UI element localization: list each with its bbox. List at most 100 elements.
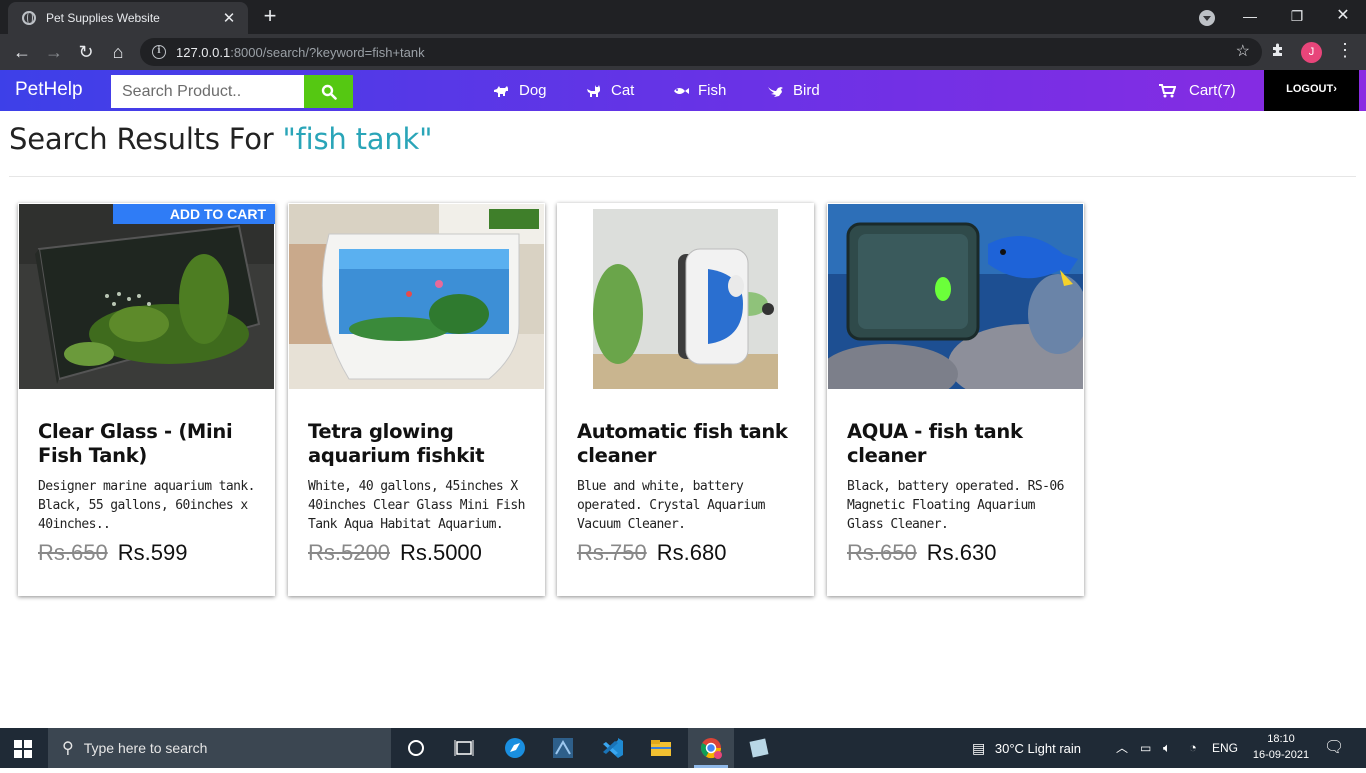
product-card[interactable]: Tetra glowing aquarium fishkit White, 40…	[288, 203, 545, 596]
clock-date: 16-09-2021	[1252, 749, 1310, 761]
search-icon: ⚲	[62, 740, 74, 757]
product-image[interactable]	[828, 204, 1083, 389]
taskbar-search-placeholder: Type here to search	[83, 740, 208, 756]
cart-label: Cart(7)	[1189, 82, 1236, 99]
logout-button[interactable]: LOGOUT›	[1264, 70, 1359, 111]
logout-label: LOGOUT	[1286, 83, 1334, 95]
cart-icon	[1159, 83, 1176, 97]
old-price: Rs.650	[38, 540, 108, 565]
home-button[interactable]: ⌂	[106, 40, 130, 64]
product-card[interactable]: ADD TO CART Clear Glass - (Mini Fish Tan…	[18, 203, 275, 596]
close-window-button[interactable]: ✕	[1320, 0, 1366, 34]
cart-link[interactable]: Cart(7)	[1158, 82, 1236, 99]
reload-button[interactable]: ↻	[74, 40, 98, 64]
nav-fish-label: Fish	[698, 82, 727, 99]
back-button[interactable]: ←	[10, 40, 34, 64]
divider	[9, 176, 1356, 177]
volume-icon[interactable]: 🔈︎	[1163, 728, 1171, 768]
product-title[interactable]: Automatic fish tank cleaner	[577, 420, 799, 468]
product-title[interactable]: AQUA - fish tank cleaner	[847, 420, 1069, 468]
new-tab-button[interactable]: +	[258, 4, 282, 28]
add-to-cart-button[interactable]: ADD TO CART	[113, 204, 275, 224]
notification-icon[interactable]: 🗨︎	[1324, 728, 1344, 768]
chrome-taskbar-button[interactable]	[688, 728, 734, 768]
wifi-icon[interactable]: ◔	[1189, 728, 1197, 768]
product-search-input[interactable]	[111, 75, 304, 108]
browser-toolbar: ← → ↻ ⌂ i 127.0.0.1:8000/search/?keyword…	[0, 34, 1366, 70]
page-title: Search Results For "fish tank"	[9, 122, 433, 156]
nav-dog-label: Dog	[519, 82, 547, 99]
task-view-icon[interactable]	[452, 736, 476, 760]
site-info-icon[interactable]: i	[152, 45, 166, 59]
nav-cat[interactable]: Cat	[585, 82, 634, 99]
current-price: Rs.630	[926, 540, 997, 565]
tab-search-icon[interactable]	[1199, 10, 1215, 26]
url-text: 127.0.0.1:8000/search/?keyword=fish+tank	[176, 44, 425, 60]
search-icon	[321, 84, 337, 100]
current-price: Rs.599	[117, 540, 188, 565]
search-button[interactable]	[304, 75, 353, 108]
show-hidden-icons-chevron-icon[interactable]: ︿	[1116, 728, 1128, 768]
weather-widget[interactable]: ▤ 30°C Light rain	[972, 728, 1081, 768]
windows-taskbar: ⚲ Type here to search ▤ 30°C Light rain …	[0, 728, 1366, 768]
nav-bird[interactable]: Bird	[767, 82, 820, 99]
product-image[interactable]	[289, 204, 544, 389]
product-image[interactable]	[19, 204, 274, 389]
fish-icon	[674, 87, 689, 94]
nav-fish[interactable]: Fish	[672, 82, 726, 99]
language-indicator[interactable]: ENG	[1212, 728, 1238, 768]
product-price: Rs.650 Rs.599	[38, 540, 187, 566]
current-price: Rs.5000	[399, 540, 482, 565]
vscode-icon[interactable]	[601, 736, 625, 760]
search-keyword: "fish tank"	[282, 122, 433, 156]
browser-app-icon[interactable]	[503, 736, 527, 760]
browser-tab-strip: Pet Supplies Website ✕ + — ❐ ✕	[0, 0, 1366, 34]
tab-close-icon[interactable]: ✕	[220, 9, 238, 27]
app-launcher-icon[interactable]	[551, 736, 575, 760]
cortana-icon[interactable]	[404, 736, 428, 760]
product-title[interactable]: Clear Glass - (Mini Fish Tank)	[38, 420, 260, 468]
product-description: Designer marine aquarium tank. Black, 55…	[38, 479, 255, 532]
globe-icon	[22, 11, 36, 25]
product-title[interactable]: Tetra glowing aquarium fishkit	[308, 420, 530, 468]
weather-icon: ▤	[972, 740, 986, 756]
product-description: White, 40 gallons, 45inches X 40inches C…	[308, 479, 525, 532]
site-navbar: PetHelp Dog Cat Fish Bird Cart(7) LOGOUT…	[0, 70, 1366, 111]
bird-icon	[768, 86, 783, 97]
tab-title: Pet Supplies Website	[46, 11, 160, 25]
browser-menu-icon[interactable]: ⋮	[1336, 40, 1354, 61]
weather-text: 30°C Light rain	[994, 741, 1081, 756]
product-price: Rs.5200 Rs.5000	[308, 540, 482, 566]
clock-time: 18:10	[1267, 733, 1295, 745]
minimize-button[interactable]: —	[1227, 0, 1273, 34]
restore-button[interactable]: ❐	[1274, 0, 1320, 34]
product-card[interactable]: AQUA - fish tank cleaner Black, battery …	[827, 203, 1084, 596]
product-card[interactable]: Automatic fish tank cleaner Blue and whi…	[557, 203, 814, 596]
forward-button[interactable]: →	[42, 40, 66, 64]
product-price: Rs.650 Rs.630	[847, 540, 996, 566]
profile-avatar[interactable]: J	[1301, 42, 1322, 63]
taskbar-search-box[interactable]: ⚲ Type here to search	[48, 728, 391, 768]
system-clock[interactable]: 18:10 16-09-2021	[1252, 731, 1310, 763]
notes-app-icon[interactable]	[747, 736, 771, 760]
bookmark-star-icon[interactable]: ☆	[1236, 41, 1250, 61]
nav-bird-label: Bird	[793, 82, 820, 99]
old-price: Rs.750	[577, 540, 647, 565]
address-bar[interactable]: i 127.0.0.1:8000/search/?keyword=fish+ta…	[140, 38, 1262, 66]
battery-icon[interactable]: ▭	[1140, 728, 1151, 768]
nav-dog[interactable]: Dog	[493, 82, 547, 99]
product-description: Black, battery operated. RS-06 Magnetic …	[847, 479, 1064, 532]
extensions-puzzle-icon[interactable]	[1270, 42, 1286, 62]
file-explorer-icon[interactable]	[649, 736, 673, 760]
brand-logo[interactable]: PetHelp	[15, 79, 83, 101]
product-description: Blue and white, battery operated. Crysta…	[577, 479, 766, 532]
dog-icon	[494, 85, 508, 97]
old-price: Rs.5200	[308, 540, 390, 565]
chevron-right-icon: ›	[1333, 83, 1337, 95]
current-price: Rs.680	[656, 540, 727, 565]
product-image[interactable]	[558, 204, 813, 389]
browser-tab[interactable]: Pet Supplies Website ✕	[8, 2, 248, 34]
windows-start-icon[interactable]	[14, 740, 32, 758]
product-price: Rs.750 Rs.680	[577, 540, 726, 566]
nav-cat-label: Cat	[611, 82, 635, 99]
